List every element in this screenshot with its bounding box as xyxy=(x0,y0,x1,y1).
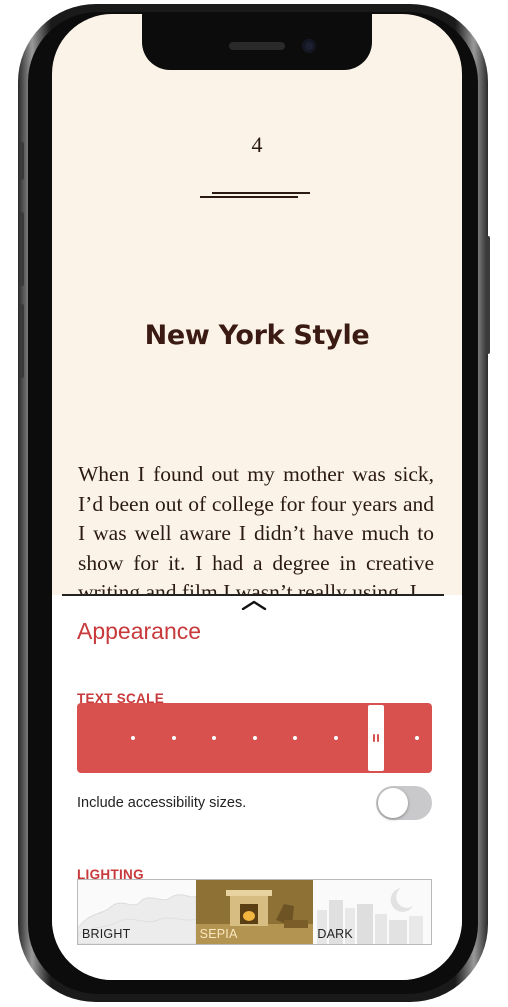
accessibility-sizes-label: Include accessibility sizes. xyxy=(77,795,247,811)
front-camera xyxy=(302,39,316,53)
text-scale-slider[interactable] xyxy=(77,703,432,773)
chapter-divider xyxy=(200,192,310,198)
panel-top-edge xyxy=(62,594,444,596)
text-scale-step[interactable] xyxy=(333,736,338,740)
chapter-body-text: When I found out my mother was sick, I’d… xyxy=(78,462,434,604)
text-scale-step[interactable] xyxy=(293,736,297,740)
notch xyxy=(142,14,372,70)
lighting-option-label: BRIGHT xyxy=(82,927,131,941)
screen: 4 New York Style When I found out my mot… xyxy=(52,14,462,980)
panel-title: Appearance xyxy=(77,618,202,644)
lighting-option-dark[interactable]: DARK xyxy=(313,880,432,944)
lighting-option-sepia[interactable]: SEPIA xyxy=(195,880,314,944)
toggle-knob xyxy=(378,788,408,818)
text-scale-step[interactable] xyxy=(131,736,135,740)
text-scale-step[interactable] xyxy=(171,736,176,740)
text-scale-thumb[interactable] xyxy=(368,705,384,771)
lighting-option-label: SEPIA xyxy=(199,927,238,941)
lighting-option-bright[interactable]: BRIGHT xyxy=(78,880,196,944)
text-scale-step[interactable] xyxy=(252,736,257,740)
chevron-up-icon[interactable] xyxy=(241,600,267,610)
speaker-grille xyxy=(229,42,285,50)
chapter-number: 4 xyxy=(251,132,263,157)
accessibility-sizes-toggle[interactable] xyxy=(376,786,432,820)
volume-up-button xyxy=(20,212,24,286)
lighting-selector: BRIGHT SEPIA DARK xyxy=(77,879,432,945)
lighting-option-label: DARK xyxy=(317,927,353,941)
power-button xyxy=(486,236,490,354)
text-scale-step[interactable] xyxy=(212,736,216,740)
mute-switch xyxy=(20,142,24,180)
chapter-title: New York Style xyxy=(144,320,370,351)
appearance-panel: Appearance TEXT SCALE Include accessibil… xyxy=(52,595,462,980)
text-scale-step[interactable] xyxy=(414,736,419,740)
volume-down-button xyxy=(20,304,24,378)
